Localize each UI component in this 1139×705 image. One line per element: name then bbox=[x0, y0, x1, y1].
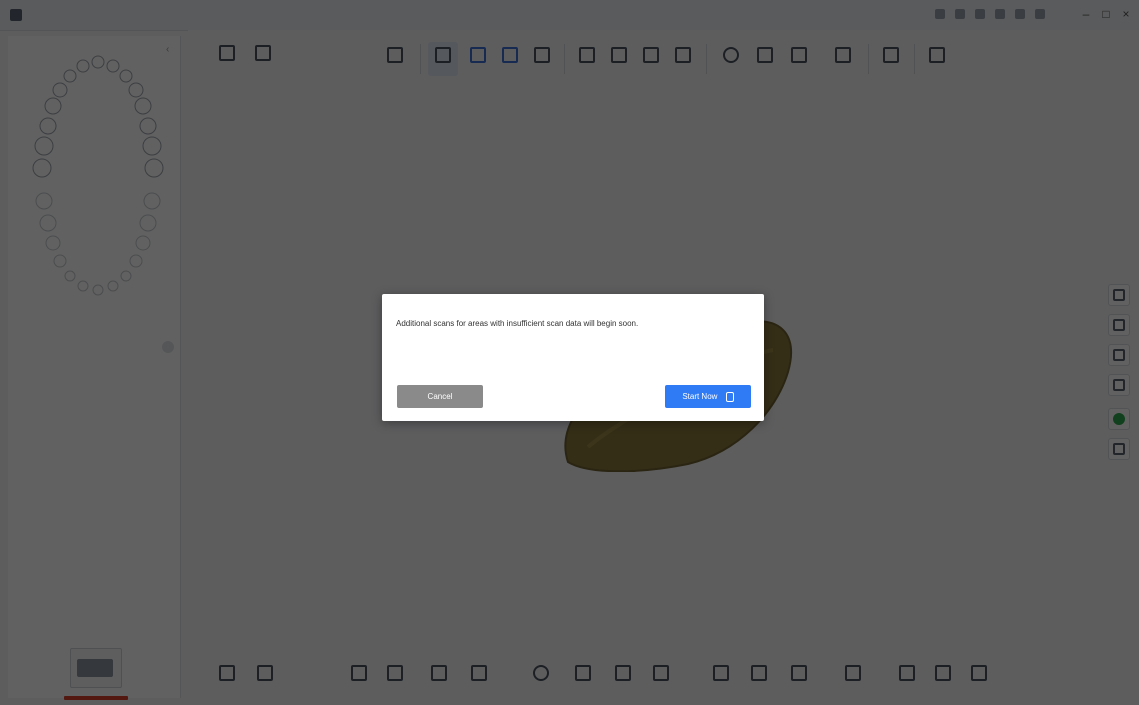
start-now-button-label: Start Now bbox=[682, 391, 718, 401]
modal-overlay: Additional scans for areas with insuffic… bbox=[0, 0, 1139, 705]
cancel-button[interactable]: Cancel bbox=[397, 385, 483, 408]
dialog-message: Additional scans for areas with insuffic… bbox=[396, 319, 639, 328]
scan-prompt-dialog: Additional scans for areas with insuffic… bbox=[382, 294, 764, 421]
start-now-button[interactable]: Start Now bbox=[665, 385, 751, 408]
cancel-button-label: Cancel bbox=[427, 392, 453, 401]
scanner-icon bbox=[725, 391, 734, 402]
